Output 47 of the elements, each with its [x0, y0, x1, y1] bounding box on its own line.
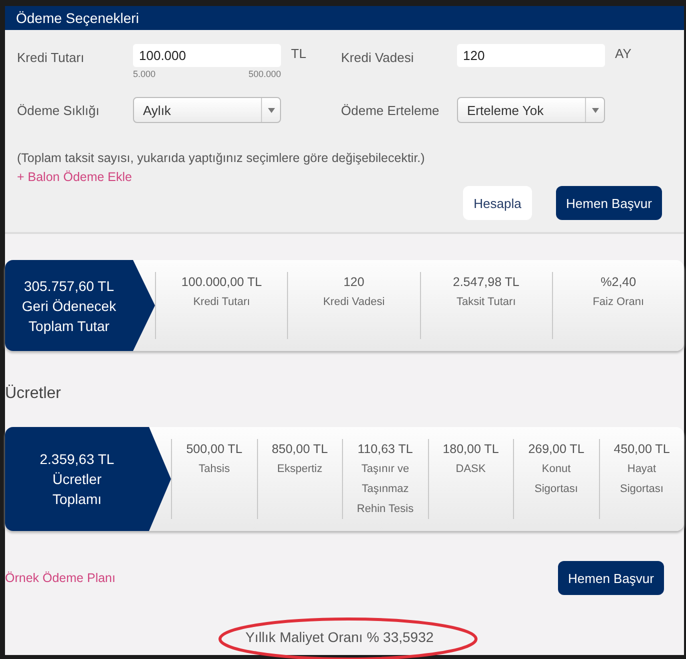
field-label: Ödeme Sıklığı — [17, 102, 100, 118]
panel-title: Ödeme Seçenekleri — [5, 6, 684, 30]
field-label: Kredi Tutarı — [17, 49, 86, 65]
amount-label: Hayat Sigortası — [619, 462, 664, 497]
amount-value: 2.547,98 TL — [452, 274, 520, 291]
amount-value: 450,00 TL — [614, 441, 670, 458]
range-max: 500.000 — [248, 69, 281, 79]
field-label: Kredi Vadesi — [341, 49, 415, 65]
add-balloon-link[interactable]: + Balon Ödeme Ekle — [17, 170, 684, 184]
amount-label: Kredi Tutarı — [193, 295, 250, 310]
amount-label: Faiz Oranı — [592, 295, 644, 310]
dropdown-icon — [592, 108, 598, 112]
amount-label: Taşınır ve Taşınmaz Rehin Tesis — [356, 462, 415, 517]
total-value: 2.359,63 TL — [40, 450, 114, 469]
amount-value: 269,00 TL — [528, 441, 584, 458]
amount-value: 100.000,00 TL — [181, 274, 262, 291]
amount-value: 180,00 TL — [442, 441, 499, 458]
note-text: (Toplam taksit sayısı, yukarıda yaptığınız seçimlere göre değişebilecektir.) — [17, 151, 426, 165]
select-field[interactable]: Aylık — [133, 97, 281, 123]
calculate-button[interactable]: Hesapla — [463, 186, 532, 220]
amount-value: 110,63 TL — [358, 441, 413, 458]
amount-label: Taksit Tutarı — [456, 295, 516, 310]
annual-cost-text: Yıllık Maliyet Oranı % 33,5932 — [245, 629, 434, 645]
payment-plan-link[interactable]: Örnek Ödeme Planı — [5, 571, 116, 585]
amount-value: 500,00 TL — [186, 441, 242, 458]
amount-value: 850,00 TL — [272, 441, 328, 458]
amount-value: 120 — [343, 274, 364, 291]
input-field[interactable]: 100.000 — [133, 44, 281, 67]
select-field[interactable]: Erteleme Yok — [457, 97, 605, 123]
amount-label: Ekspertiz — [277, 462, 322, 477]
amount-label: Konut Sigortası — [534, 462, 579, 497]
apply-button[interactable]: Hemen Başvur — [558, 561, 664, 595]
total-label: Ücretler Toplamı — [51, 470, 103, 509]
unit-label: AY — [614, 45, 632, 61]
apply-button[interactable]: Hemen Başvur — [556, 186, 662, 220]
amount-label: DASK — [456, 462, 486, 477]
unit-label: TL — [290, 45, 308, 61]
total-label: Geri Ödenecek Toplam Tutar — [20, 296, 118, 336]
range-min: 5.000 — [133, 69, 156, 79]
amount-label: Kredi Vadesi — [323, 295, 385, 310]
total-value: 305.757,60 TL — [24, 276, 114, 296]
dropdown-icon — [268, 108, 274, 112]
field-label: Ödeme Erteleme — [341, 102, 440, 118]
amount-label: Tahsis — [198, 462, 230, 477]
section-title: Ücretler — [5, 385, 62, 403]
amount-value: %2,40 — [600, 274, 636, 291]
input-field[interactable]: 120 — [457, 44, 605, 67]
